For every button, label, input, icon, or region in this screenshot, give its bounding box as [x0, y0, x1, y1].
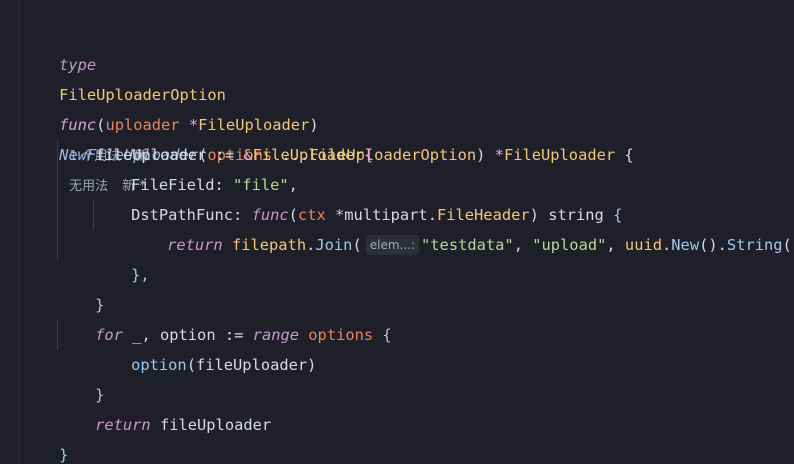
string-literal[interactable]: "testdata" — [421, 236, 514, 254]
code-line-13[interactable]: } — [22, 410, 68, 464]
brace-close: } — [59, 446, 69, 464]
code-line-7[interactable]: }, — [94, 230, 150, 284]
gutter-divider — [18, 0, 19, 464]
brace-open: { — [363, 146, 374, 164]
comma: , — [606, 236, 625, 254]
code-line-2[interactable]: func NewFileUploader(options ...FileUplo… — [22, 80, 634, 194]
code-line-10[interactable]: option(fileUploader) — [94, 320, 316, 374]
code-editor[interactable]: type FileUploaderOption func(uploader *F… — [0, 0, 794, 464]
paren-open: ( — [352, 236, 362, 254]
function-call[interactable]: option — [131, 356, 187, 374]
function-call[interactable]: New — [671, 236, 699, 254]
paren-close: ) — [476, 146, 486, 164]
brace-open: { — [615, 146, 634, 164]
keyword-return: return — [95, 416, 151, 434]
keyword-return: return — [167, 236, 223, 254]
function-call[interactable]: String — [727, 236, 783, 254]
brace-close: }, — [131, 266, 150, 284]
parens: () — [782, 236, 794, 254]
comma: , — [513, 236, 533, 254]
code-line-11[interactable]: } — [58, 350, 104, 404]
code-line-3[interactable]: fileUploader := &FileUploader{ — [58, 110, 373, 164]
code-line-1[interactable]: type FileUploaderOption func(uploader *F… — [22, 20, 319, 164]
package-name[interactable]: filepath — [223, 236, 306, 254]
parameter-inlay-hint: elem...: — [365, 235, 420, 255]
code-line-8[interactable]: } — [58, 260, 104, 314]
argument[interactable]: fileUploader — [196, 356, 307, 374]
string-literal[interactable]: "upload" — [532, 236, 606, 254]
dot: . — [306, 236, 316, 254]
function-call[interactable]: Join — [315, 236, 352, 254]
paren-open: ( — [186, 356, 196, 374]
return-type[interactable]: FileUploader — [504, 146, 615, 164]
dot: . — [717, 236, 727, 254]
code-line-12[interactable]: return fileUploader — [58, 380, 271, 434]
pointer-star: * — [485, 146, 504, 164]
dot: . — [662, 236, 672, 254]
return-value[interactable]: fileUploader — [151, 416, 271, 434]
code-line-4[interactable]: FileField: "file", — [94, 140, 298, 194]
code-line-6[interactable]: return filepath.Join(elem...: "testdata",… — [130, 200, 794, 255]
code-line-9[interactable]: for _, option := range options { — [58, 290, 392, 344]
parens: () — [699, 236, 718, 254]
paren-close: ) — [307, 356, 317, 374]
keyword-type: type — [59, 56, 97, 74]
package-name[interactable]: uuid — [625, 236, 662, 254]
code-line-5[interactable]: DstPathFunc: func(ctx *multipart.FileHea… — [94, 170, 622, 224]
brace-open: { — [373, 326, 392, 344]
